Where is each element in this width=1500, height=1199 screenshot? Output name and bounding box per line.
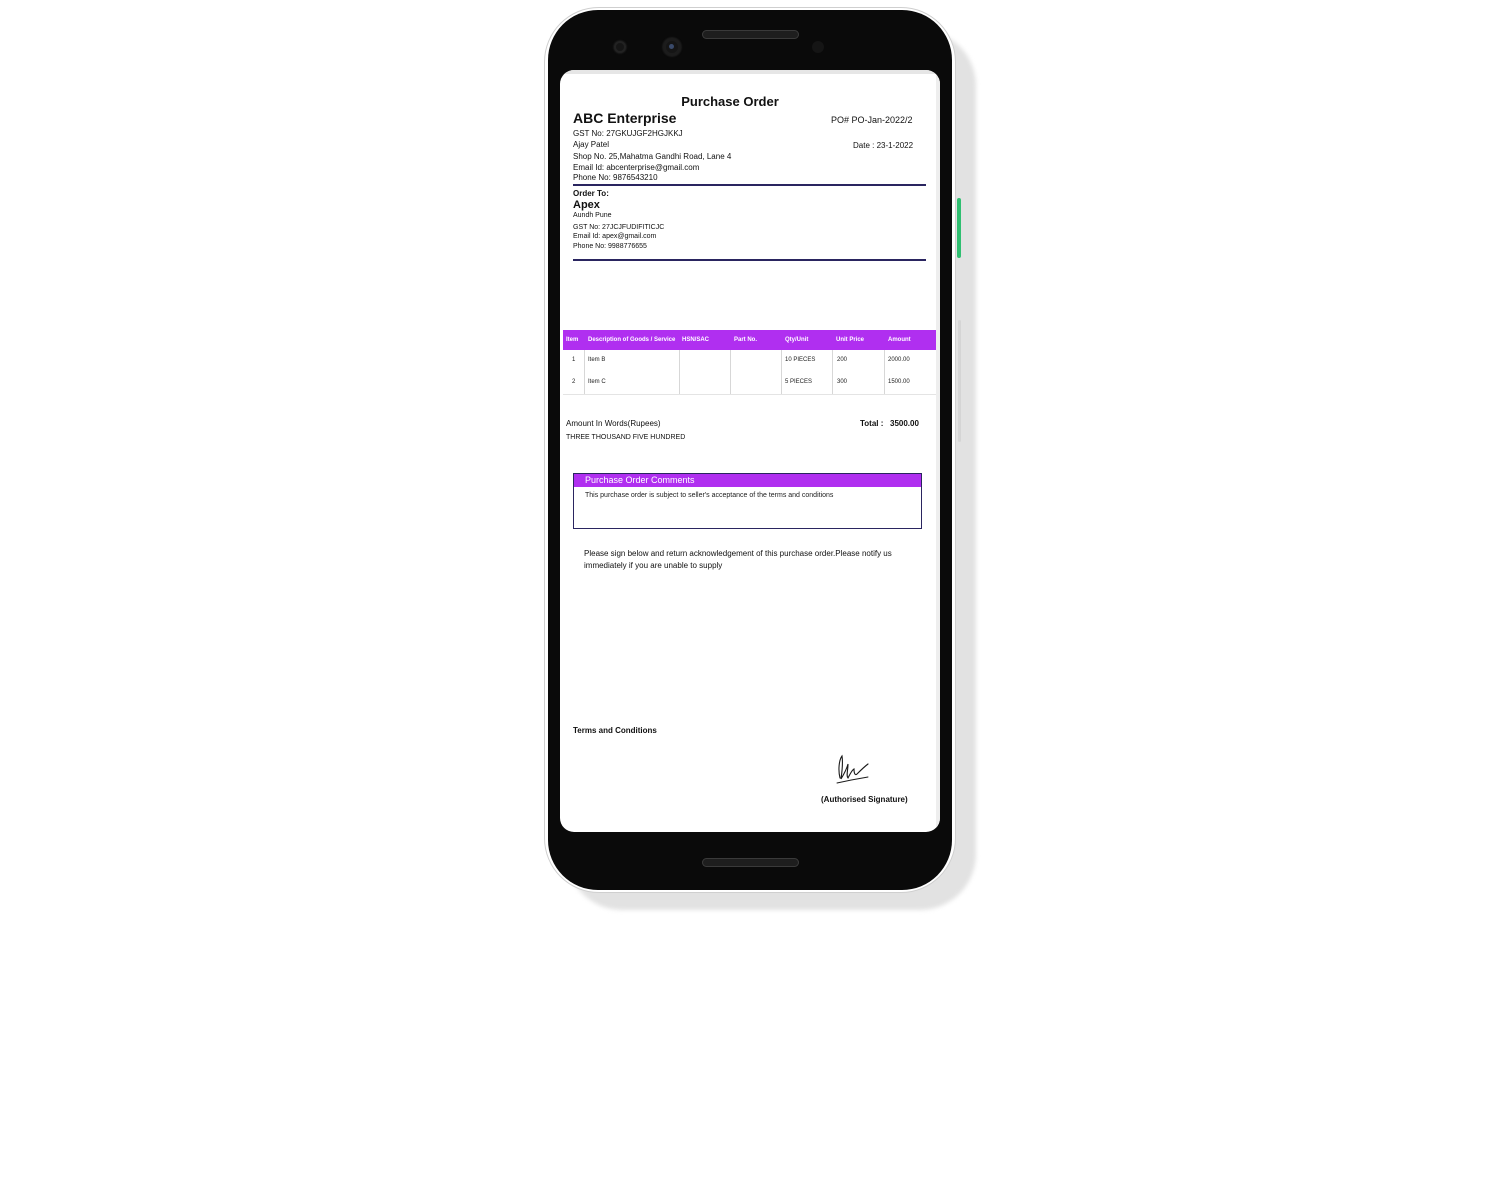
page-title: Purchase Order xyxy=(681,94,779,109)
company-phone: Phone No: 9876543210 xyxy=(573,173,658,182)
company-contact: Ajay Patel xyxy=(573,140,610,149)
amount-in-words: THREE THOUSAND FIVE HUNDRED xyxy=(566,434,686,441)
column-divider xyxy=(679,350,680,395)
column-divider xyxy=(584,350,585,395)
comments-title: Purchase Order Comments xyxy=(585,475,695,485)
column-header-amount: Amount xyxy=(888,337,911,343)
front-camera-icon xyxy=(663,38,681,56)
column-header-hsn: HSN/SAC xyxy=(682,337,710,343)
vendor-phone: Phone No: 9988776655 xyxy=(573,243,647,250)
signature-icon xyxy=(836,754,869,784)
total-value: 3500.00 xyxy=(890,419,919,428)
column-divider xyxy=(884,350,885,395)
column-header-part: Part No. xyxy=(734,337,758,343)
comments-header: Purchase Order Comments xyxy=(574,474,921,487)
cell-amount: 1500.00 xyxy=(888,379,910,385)
volume-button[interactable] xyxy=(958,320,961,442)
column-header-item: Item xyxy=(566,337,579,343)
cell-item: 2 xyxy=(572,379,576,385)
table-header: Item Description of Goods / Service HSN/… xyxy=(563,330,936,350)
total-label: Total : xyxy=(860,419,884,428)
order-to-label: Order To: xyxy=(573,189,609,198)
screen-top-bar xyxy=(560,70,940,74)
acknowledgement-note: Please sign below and return acknowledge… xyxy=(584,549,892,570)
comments-box: Purchase Order Comments This purchase or… xyxy=(573,473,922,529)
vendor-name: Apex xyxy=(573,199,600,211)
bottom-speaker xyxy=(702,858,799,867)
divider xyxy=(573,259,926,261)
column-divider xyxy=(781,350,782,395)
column-header-unit-price: Unit Price xyxy=(836,337,865,343)
cell-description: Item C xyxy=(588,379,606,385)
column-divider xyxy=(832,350,833,395)
column-header-qty: Qty/Unit xyxy=(785,337,809,343)
divider xyxy=(573,184,926,186)
cell-qty: 5 PIECES xyxy=(785,379,813,385)
signature-label: (Authorised Signature) xyxy=(821,795,908,804)
po-date: Date : 23-1-2022 xyxy=(853,141,914,150)
screen-scrollbar[interactable] xyxy=(936,70,940,832)
comments-text: This purchase order is subject to seller… xyxy=(585,492,834,499)
po-number: PO# PO-Jan-2022/2 xyxy=(831,115,913,125)
cell-unit-price: 200 xyxy=(837,357,848,363)
column-header-description: Description of Goods / Service xyxy=(588,337,676,343)
table-bottom-line xyxy=(563,394,936,395)
vendor-address: Aundh Pune xyxy=(573,212,612,219)
cell-qty: 10 PIECES xyxy=(785,357,816,363)
cell-item: 1 xyxy=(572,357,576,363)
company-name: ABC Enterprise xyxy=(573,110,677,126)
terms-heading: Terms and Conditions xyxy=(573,726,657,735)
sensor-icon xyxy=(614,41,626,53)
power-button[interactable] xyxy=(957,198,961,258)
company-address: Shop No. 25,Mahatma Gandhi Road, Lane 4 xyxy=(573,152,732,161)
vendor-email: Email Id: apex@gmail.com xyxy=(573,233,657,240)
cell-description: Item B xyxy=(588,357,606,363)
phone-screen[interactable]: Purchase Order ABC Enterprise GST No: 27… xyxy=(560,70,940,832)
cell-amount: 2000.00 xyxy=(888,357,910,363)
amount-in-words-label: Amount In Words(Rupees) xyxy=(566,419,661,428)
company-gst: GST No: 27GKUJGF2HGJKKJ xyxy=(573,129,683,138)
earpiece-speaker xyxy=(702,30,799,39)
column-divider xyxy=(730,350,731,395)
proximity-sensor-icon xyxy=(812,41,824,53)
cell-unit-price: 300 xyxy=(837,379,848,385)
